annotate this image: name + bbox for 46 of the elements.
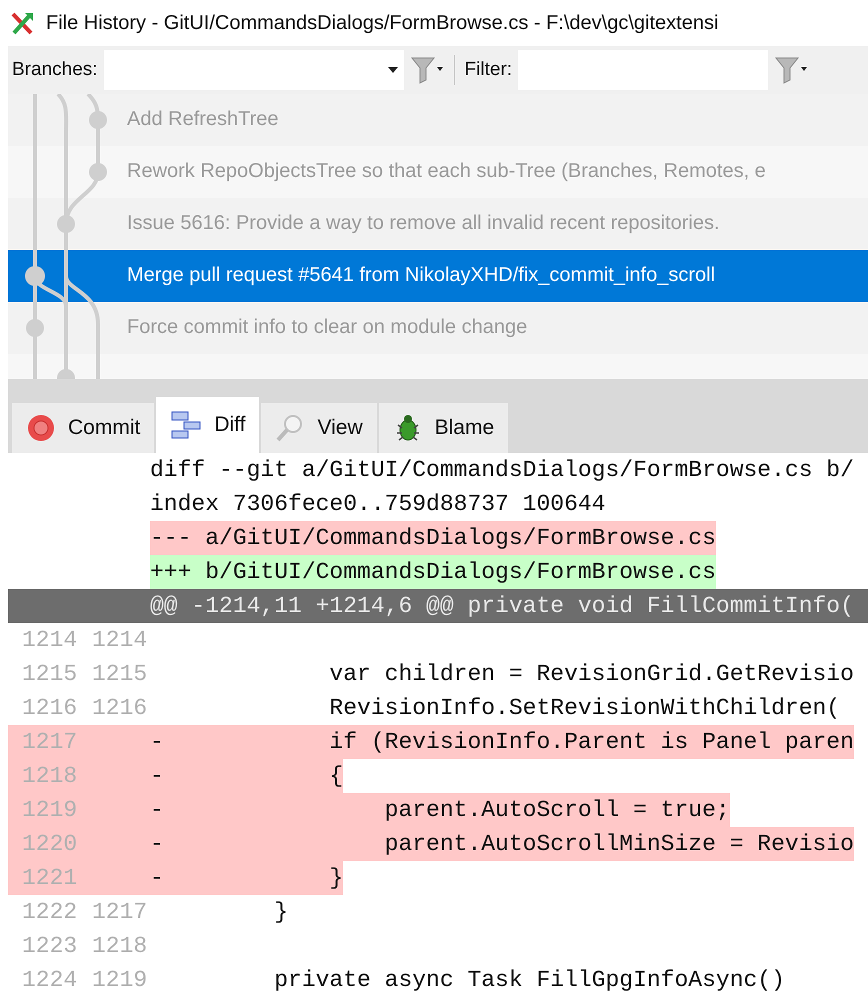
app-logo-icon [10,10,36,36]
diff-icon [170,410,202,440]
filter-icon[interactable] [774,54,808,85]
line-number: 1219 [92,966,148,993]
filter-label: Filter: [464,58,512,81]
branches-label: Branches: [12,58,98,81]
commit-row[interactable]: Merge pull request #5641 from NikolayXHD/fix_commit_info_scroll [8,250,868,302]
dropdown-caret-icon[interactable] [388,66,398,73]
line-number: 1222 [22,898,78,925]
line-number: 1216 [22,694,78,721]
graph-node [89,162,107,181]
code-line: RevisionInfo.SetRevisionWithChildren( [328,694,840,723]
commit-row[interactable]: Add RefreshTree [8,94,868,146]
code-line: } [273,898,288,927]
graph-node [57,214,75,233]
filter-icon[interactable] [410,54,444,85]
line-number: 1217 [92,898,148,925]
line-number: 1216 [92,694,148,721]
line-number: 1224 [22,966,78,993]
hunk-header: @@ -1214,11 +1214,6 @@ private void FillCommitInfo( [150,592,854,621]
graph-node [26,318,44,337]
code-line: var children = RevisionGrid.GetRevisio [328,660,854,689]
line-number: 1220 [22,830,78,857]
line-number: 1215 [92,660,148,687]
code-line: private async Task FillGpgInfoAsync() [273,966,785,995]
seal-icon [26,412,56,443]
line-number: 1218 [92,932,148,959]
line-number: 1214 [22,626,78,653]
line-number: 1218 [22,762,78,789]
graph-node [89,110,107,129]
tab[interactable]: View [261,402,377,453]
line-number: 1217 [22,728,78,755]
diff-header-line: diff --git a/GitUI/CommandsDialogs/FormBrowse.cs b/ [150,456,854,485]
line-number: 1214 [92,626,148,653]
tab[interactable]: Diff [156,396,260,453]
diff-header-line: index 7306fece0..759d88737 100644 [150,490,606,519]
line-number: 1223 [22,932,78,959]
line-number: 1215 [22,660,78,687]
line-number: 1219 [22,796,78,823]
line-number: 1221 [22,864,78,891]
commit-row[interactable]: Force commit info to clear on module change [8,302,868,354]
tab[interactable]: Commit [12,402,154,453]
window-title: File History - GitUI/CommandsDialogs/FormBrowse.cs - F:\dev\gc\gitextensi [46,12,718,34]
commit-row[interactable]: Issue 5616: Provide a way to remove all invalid recent repositories. [8,198,868,250]
tab[interactable]: Blame [378,402,508,453]
graph-node [25,266,45,286]
